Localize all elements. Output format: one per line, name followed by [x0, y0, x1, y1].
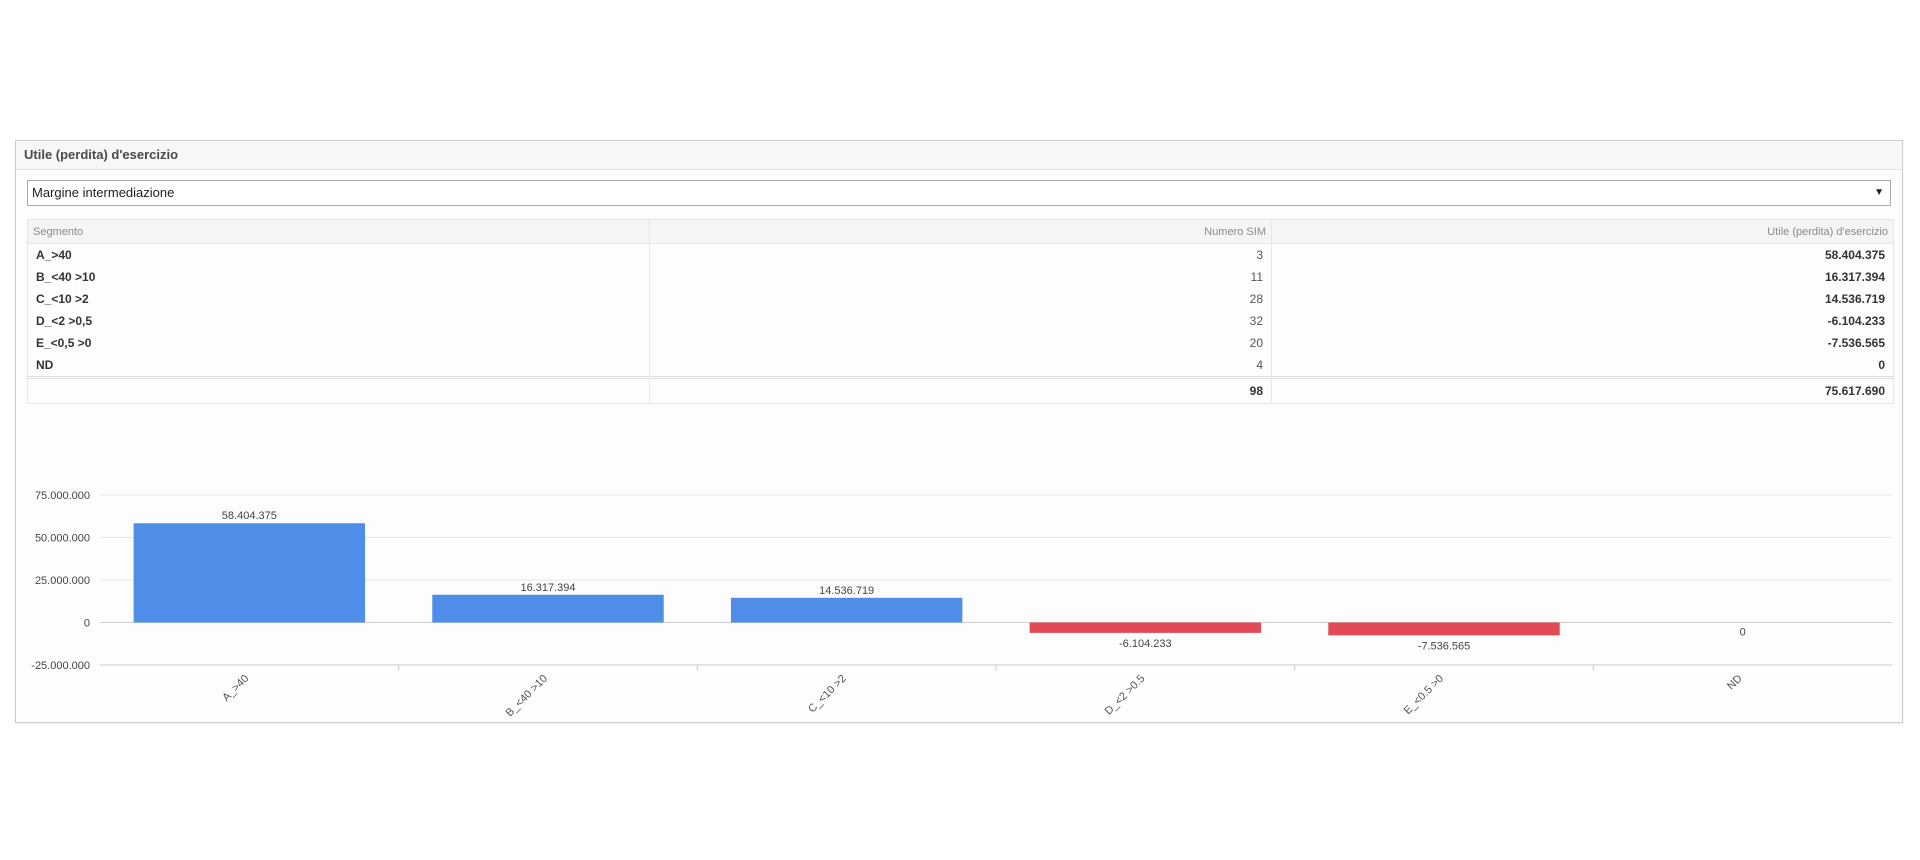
column-header-count[interactable]: Numero SIM	[649, 219, 1272, 244]
bar-chart: 75.000.000 50.000.000 25.000.000 0 -25.000.0…	[31, 490, 1892, 716]
cell-count: 4	[649, 354, 1272, 378]
total-segment	[27, 376, 650, 404]
table-row: C_<10 >2 28 14.536.719	[27, 288, 1894, 310]
cell-value: 14.536.719	[1271, 288, 1894, 310]
y-tick-label: 25.000.000	[35, 575, 90, 587]
cell-value: 16.317.394	[1271, 266, 1894, 288]
data-label: 14.536.719	[819, 585, 874, 597]
cell-value: -7.536.565	[1271, 332, 1894, 354]
table-total-row: 98 75.617.690	[27, 376, 1894, 404]
bar	[1328, 622, 1560, 636]
bar	[730, 597, 963, 623]
column-header-segment[interactable]: Segmento	[27, 219, 650, 244]
x-tick-label: B_<40 >10	[504, 673, 551, 716]
table-row: B_<40 >10 11 16.317.394	[27, 266, 1894, 288]
table-row: D_<2 >0,5 32 -6.104.233	[27, 310, 1894, 332]
bar	[133, 523, 366, 623]
metric-select[interactable]: Margine intermediazione ▼	[27, 180, 1891, 206]
x-tick-label: C_<10 >2	[806, 673, 849, 716]
x-tick-label: D_<2 >0.5	[1103, 673, 1148, 716]
cell-count: 28	[649, 288, 1272, 310]
cell-value: 58.404.375	[1271, 243, 1894, 266]
cell-segment: E_<0,5 >0	[27, 332, 650, 354]
data-label: 58.404.375	[222, 510, 277, 522]
cell-count: 3	[649, 243, 1272, 266]
cell-count: 20	[649, 332, 1272, 354]
x-tick-label: A_>40	[220, 673, 251, 704]
y-tick-label: 0	[84, 618, 90, 630]
cell-segment: A_>40	[27, 243, 650, 266]
cell-segment: D_<2 >0,5	[27, 310, 650, 332]
cell-segment: ND	[27, 354, 650, 378]
cell-segment: C_<10 >2	[27, 288, 650, 310]
column-header-value[interactable]: Utile (perdita) d'esercizio	[1271, 219, 1894, 244]
cell-value: -6.104.233	[1271, 310, 1894, 332]
total-value: 75.617.690	[1271, 376, 1894, 404]
total-count: 98	[649, 376, 1272, 404]
metric-select-value: Margine intermediazione	[32, 185, 175, 200]
chevron-down-icon[interactable]: ▼	[1874, 181, 1884, 205]
data-label: -7.536.565	[1418, 640, 1471, 652]
bar	[1029, 622, 1262, 633]
bar	[432, 594, 664, 623]
data-label: -6.104.233	[1119, 638, 1172, 650]
y-tick-label: 75.000.000	[35, 490, 90, 502]
table-row: E_<0,5 >0 20 -7.536.565	[27, 332, 1894, 354]
table-row: ND 4 0	[27, 354, 1894, 378]
data-label: 0	[1740, 627, 1746, 639]
chart-panel: Utile (perdita) d'esercizio Margine inte…	[15, 140, 1903, 723]
table-row: A_>40 3 58.404.375	[27, 243, 1894, 266]
cell-value: 0	[1271, 354, 1894, 378]
table-header-row: Segmento Numero SIM Utile (perdita) d'es…	[27, 219, 1894, 244]
segment-table: Segmento Numero SIM Utile (perdita) d'es…	[27, 219, 1894, 404]
y-tick-label: 50.000.000	[35, 533, 90, 545]
cell-count: 11	[649, 266, 1272, 288]
y-tick-label: -25.000.000	[31, 660, 90, 672]
x-tick-label: ND	[1725, 673, 1745, 693]
cell-count: 32	[649, 310, 1272, 332]
cell-segment: B_<40 >10	[27, 266, 650, 288]
x-tick-label: E_<0.5 >0	[1402, 673, 1446, 716]
data-label: 16.317.394	[520, 582, 575, 594]
panel-title: Utile (perdita) d'esercizio	[16, 141, 1902, 170]
